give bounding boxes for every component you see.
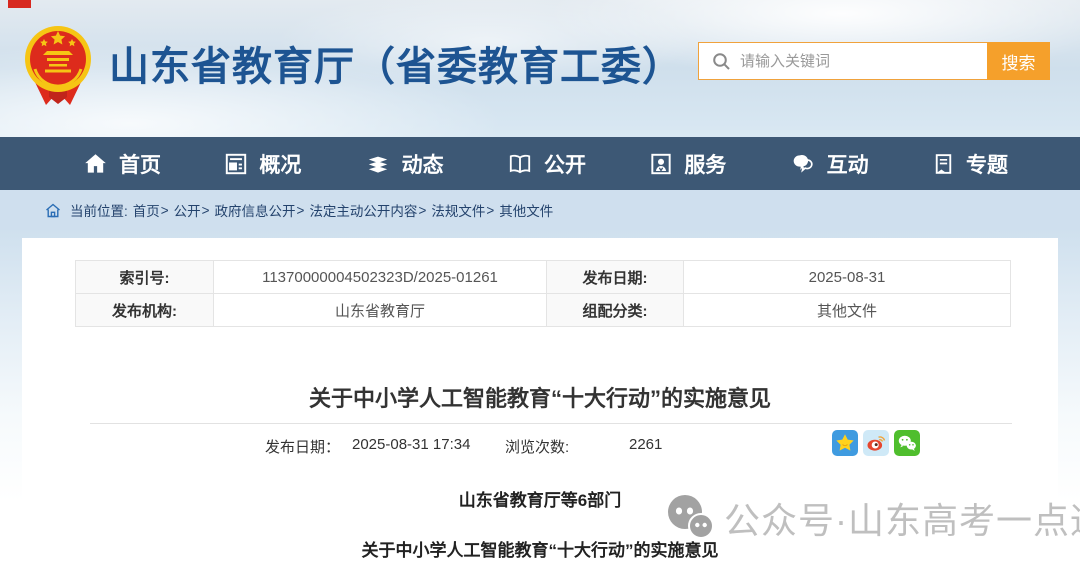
service-badge-icon	[648, 151, 674, 177]
breadcrumb-item-home[interactable]: 首页	[133, 200, 160, 220]
wechat-icon[interactable]	[894, 430, 920, 456]
search-icon	[712, 52, 731, 71]
nav-label: 概况	[259, 149, 301, 179]
article-meta: 发布日期： 2025-08-31 17:34 浏览次数: 2261	[22, 432, 1058, 462]
info-label-agency: 发布机构:	[76, 294, 214, 327]
search-button[interactable]: 搜索	[987, 42, 1050, 80]
table-row: 索引号: 11370000004502323D/2025-01261 发布日期:…	[76, 261, 1011, 294]
news-books-icon	[364, 151, 392, 177]
site-header: 山东省教育厅（省委教育工委） 搜索	[0, 0, 1080, 137]
home-icon	[82, 151, 109, 177]
breadcrumb-item-statutory[interactable]: 法定主动公开内容	[309, 200, 417, 220]
views-value: 2261	[629, 436, 662, 453]
breadcrumb-separator: >	[297, 203, 305, 218]
open-book-icon	[506, 151, 534, 177]
content-card: 索引号: 11370000004502323D/2025-01261 发布日期:…	[22, 238, 1058, 570]
red-corner-decoration	[8, 0, 31, 8]
info-label-pub-date: 发布日期:	[547, 261, 684, 294]
chat-bubbles-icon	[789, 151, 817, 177]
publish-date-value: 2025-08-31 17:34	[352, 436, 470, 453]
document-info-table: 索引号: 11370000004502323D/2025-01261 发布日期:…	[75, 260, 1011, 327]
share-icons	[832, 430, 920, 456]
nav-item-services[interactable]: 服务	[648, 149, 726, 179]
views-label: 浏览次数:	[505, 436, 569, 457]
nav-item-interaction[interactable]: 互动	[789, 149, 869, 179]
nav-label: 专题	[966, 149, 1008, 179]
site-title[interactable]: 山东省教育厅（省委教育工委）	[109, 34, 683, 92]
breadcrumb-home-icon[interactable]	[45, 203, 61, 218]
publish-date-label: 发布日期：	[265, 436, 340, 457]
article-body-department: 山东省教育厅等6部门	[22, 486, 1058, 511]
nav-label: 动态	[402, 149, 444, 179]
main-nav: 首页 概况 动态	[0, 137, 1080, 190]
page: 山东省教育厅（省委教育工委） 搜索 首页	[0, 0, 1080, 570]
article-title: 关于中小学人工智能教育“十大行动”的实施意见	[22, 381, 1058, 413]
breadcrumb-prefix: 当前位置:	[70, 200, 128, 220]
breadcrumb-separator: >	[486, 203, 494, 218]
nav-item-topics[interactable]: 专题	[931, 149, 1008, 179]
search-input[interactable]	[740, 43, 987, 79]
info-value-agency: 山东省教育厅	[214, 294, 547, 327]
breadcrumb-item-disclosure[interactable]: 公开	[174, 200, 201, 220]
info-value-pub-date: 2025-08-31	[684, 261, 1011, 294]
info-value-index: 11370000004502323D/2025-01261	[214, 261, 547, 294]
article-body-title: 关于中小学人工智能教育“十大行动”的实施意见	[22, 536, 1058, 561]
breadcrumb-item-other-docs: 其他文件	[499, 200, 553, 220]
main-content: 索引号: 11370000004502323D/2025-01261 发布日期:…	[0, 230, 1080, 570]
search-bar: 搜索	[698, 42, 1050, 80]
nav-item-overview[interactable]: 概况	[223, 149, 301, 179]
breadcrumb-separator: >	[202, 203, 210, 218]
nav-label: 服务	[684, 149, 726, 179]
breadcrumb-item-regulations[interactable]: 法规文件	[431, 200, 485, 220]
title-divider	[90, 423, 1012, 424]
topics-doc-icon	[931, 151, 956, 177]
nav-label: 首页	[119, 149, 161, 179]
breadcrumb-item-gov-info[interactable]: 政府信息公开	[215, 200, 296, 220]
nav-item-news[interactable]: 动态	[364, 149, 444, 179]
breadcrumb-separator: >	[161, 203, 169, 218]
overview-icon	[223, 151, 249, 177]
national-emblem-icon	[23, 22, 93, 108]
nav-item-home[interactable]: 首页	[82, 149, 161, 179]
nav-item-disclosure[interactable]: 公开	[506, 149, 586, 179]
info-label-category: 组配分类:	[547, 294, 684, 327]
nav-label: 公开	[544, 149, 586, 179]
nav-label: 互动	[827, 149, 869, 179]
weibo-icon[interactable]	[863, 430, 889, 456]
info-value-category: 其他文件	[684, 294, 1011, 327]
breadcrumb-separator: >	[418, 203, 426, 218]
info-label-index: 索引号:	[76, 261, 214, 294]
table-row: 发布机构: 山东省教育厅 组配分类: 其他文件	[76, 294, 1011, 327]
breadcrumb: 当前位置: 首页 > 公开 > 政府信息公开 > 法定主动公开内容 > 法规文件…	[0, 190, 1080, 230]
qzone-icon[interactable]	[832, 430, 858, 456]
